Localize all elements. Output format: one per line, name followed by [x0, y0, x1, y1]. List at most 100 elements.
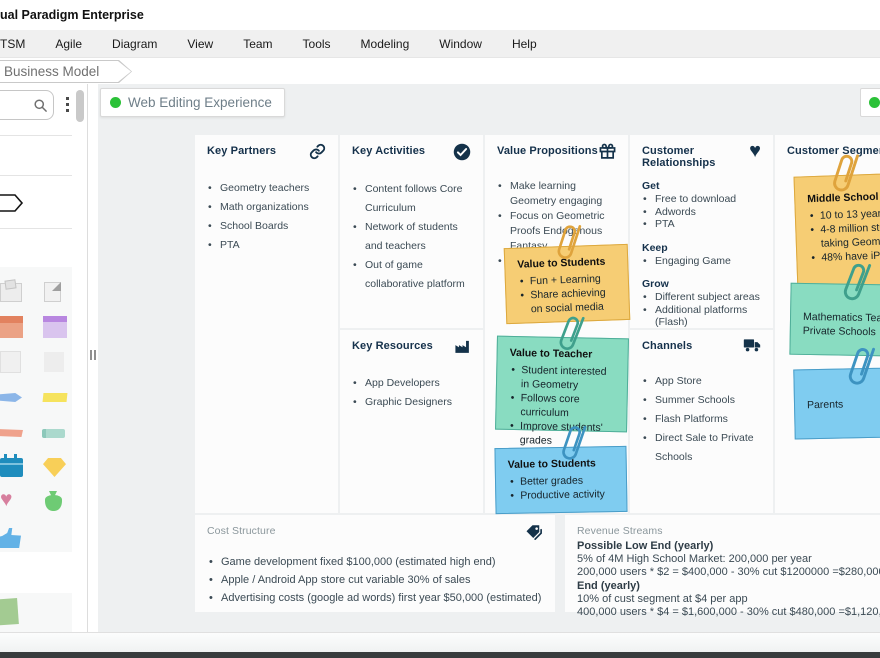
sticker-palette-2: [0, 593, 72, 632]
panel-divider[interactable]: [88, 84, 98, 632]
shape-palette-sidebar: ♥: [0, 84, 72, 632]
section-customer-relationships[interactable]: Customer Relationships ♥ Get Free to dow…: [630, 135, 773, 328]
collapse-handle-icon[interactable]: [90, 350, 96, 360]
revenue-line: Possible Low End (yearly): [577, 540, 880, 553]
salmon-ribbon-icon[interactable]: [6, 421, 32, 445]
sticker-palette: ♥: [0, 267, 72, 552]
heart-icon: ♥: [749, 143, 761, 162]
yellow-gem-icon[interactable]: [42, 456, 68, 480]
section-channels[interactable]: Channels App StoreSummer SchoolsFlash Pl…: [630, 330, 773, 513]
bullet-item: Math organizations: [207, 198, 332, 217]
green-card-icon[interactable]: [0, 593, 26, 617]
bullet-item: Make learning Geometry engaging: [497, 179, 622, 209]
note-bullet: 4-8 million students taking Geometry: [808, 219, 880, 251]
bullet-item: Additional platforms (Flash): [642, 304, 767, 329]
section-key-activities[interactable]: Key Activities Content follows Core Curr…: [340, 135, 483, 328]
menu-item[interactable]: Agile: [55, 37, 82, 51]
window-bottom-edge: [0, 652, 880, 658]
bullet-item: App Store: [642, 372, 767, 391]
scrollbar-thumb[interactable]: [76, 90, 84, 122]
menu-item[interactable]: TSM: [0, 37, 25, 51]
truck-icon: [743, 338, 761, 358]
section-title: Cost Structure: [207, 525, 276, 537]
bullet-item: Different subject areas: [642, 291, 767, 304]
revenue-line: 200,000 users * $2 = $400,000 - 30% cut …: [577, 566, 880, 579]
blue-pencil-icon[interactable]: [6, 386, 32, 410]
sidebar-scroll-track: [72, 84, 88, 632]
online-dot-icon: [110, 97, 121, 108]
sticky-note-value-to-students-2[interactable]: Value to Students Better gradesProductiv…: [494, 446, 627, 514]
group-header: Grow: [642, 277, 767, 291]
bullet-item: Geometry teachers: [207, 179, 332, 198]
green-moneybag-icon[interactable]: [42, 491, 68, 515]
hexagon-shape-tool[interactable]: [0, 193, 24, 213]
folded-note-icon[interactable]: [42, 281, 68, 305]
palette-section-shapes: [0, 176, 72, 229]
bullet-item: Flash Platforms: [642, 410, 767, 429]
title-bar: ual Paradigm Enterprise: [0, 0, 880, 30]
menu-item[interactable]: View: [187, 37, 213, 51]
section-revenue-streams[interactable]: Revenue Streams Possible Low End (yearly…: [565, 515, 880, 612]
more-options-icon[interactable]: [66, 97, 69, 112]
teal-eraser-icon[interactable]: [42, 421, 68, 445]
group-header: Keep: [642, 241, 767, 255]
sticky-note-parents[interactable]: Parents: [793, 366, 880, 439]
revenue-line: 10% of cust segment at $4 per app: [577, 593, 880, 606]
bullet-item: PTA: [207, 236, 332, 255]
purple-sticky-note-icon[interactable]: [42, 316, 68, 340]
note-bullet: Improve students' grades: [508, 419, 615, 449]
sticky-note-value-to-teacher[interactable]: Value to Teacher Student interested in G…: [495, 336, 629, 433]
menu-item[interactable]: Team: [243, 37, 272, 51]
bullet-item: Apple / Android App store cut variable 3…: [207, 571, 549, 589]
salmon-sticky-note-icon[interactable]: [6, 316, 32, 340]
note-bullet: Student interested in Geometry: [509, 363, 616, 393]
note-bullet: Share achieving on social media: [518, 285, 617, 316]
online-dot-icon: [869, 97, 880, 108]
section-key-resources[interactable]: Key Resources App DevelopersGraphic Desi…: [340, 330, 483, 513]
blue-thumbs-up-icon[interactable]: [6, 526, 32, 550]
menu-item[interactable]: Tools: [303, 37, 331, 51]
search-input[interactable]: [0, 90, 54, 120]
check-circle-icon: [453, 143, 471, 166]
sticky-note-value-to-students[interactable]: Value to Students Fun + LearningShare ac…: [504, 244, 631, 324]
section-title: Revenue Streams: [577, 525, 663, 537]
tags-icon: [525, 523, 543, 546]
revenue-line: End (yearly): [577, 580, 880, 593]
bullet-item: Content follows Core Curriculum: [352, 180, 477, 218]
section-title: Value Propositions: [497, 145, 598, 157]
note-bullet: Productive activity: [508, 487, 614, 503]
revenue-line: 400,000 users * $4 = $1,600,000 - 30% cu…: [577, 606, 880, 619]
section-cost-structure[interactable]: Cost Structure Game development fixed $1…: [195, 515, 555, 612]
note-bullet: Follows core curriculum: [508, 391, 615, 421]
blue-calendar-icon[interactable]: [6, 456, 32, 480]
section-title: Customer Relationships: [642, 145, 749, 169]
gift-icon: [599, 143, 616, 165]
tab-bar: Business Model: [0, 58, 880, 84]
yellow-highlight-icon[interactable]: [42, 386, 68, 410]
bullet-item: Adwords: [642, 206, 767, 219]
link-icon: [309, 143, 326, 165]
diagram-canvas[interactable]: Web Editing Experience Key Partners Geom…: [98, 84, 880, 632]
palette-section-blank: [0, 136, 72, 176]
gray-square-note-icon[interactable]: [42, 351, 68, 375]
menu-item[interactable]: Help: [512, 37, 537, 51]
factory-icon: [454, 338, 471, 360]
gray-note-icon[interactable]: [6, 351, 32, 375]
bullet-item: Direct Sale to Private Schools: [642, 429, 767, 467]
collaborator-presence-badge-right[interactable]: [860, 88, 880, 117]
bullet-item: Advertising costs (google ad words) firs…: [207, 589, 549, 607]
section-key-partners[interactable]: Key Partners Geometry teachersMath organ…: [195, 135, 338, 513]
tab-label: Business Model: [4, 64, 99, 79]
menu-item[interactable]: Modeling: [361, 37, 410, 51]
menu-item[interactable]: Window: [439, 37, 482, 51]
section-title: Key Activities: [352, 145, 425, 157]
tab-business-model[interactable]: Business Model: [0, 60, 132, 83]
pink-heart-icon[interactable]: ♥: [6, 491, 32, 515]
search-icon: [33, 98, 48, 113]
collaborator-presence-badge[interactable]: Web Editing Experience: [100, 88, 285, 117]
menu-item[interactable]: Diagram: [112, 37, 157, 51]
window-title: ual Paradigm Enterprise: [0, 8, 144, 22]
gray-sticky-note-icon[interactable]: [6, 281, 32, 305]
presence-label: Web Editing Experience: [128, 95, 272, 110]
section-title: Key Resources: [352, 340, 433, 352]
